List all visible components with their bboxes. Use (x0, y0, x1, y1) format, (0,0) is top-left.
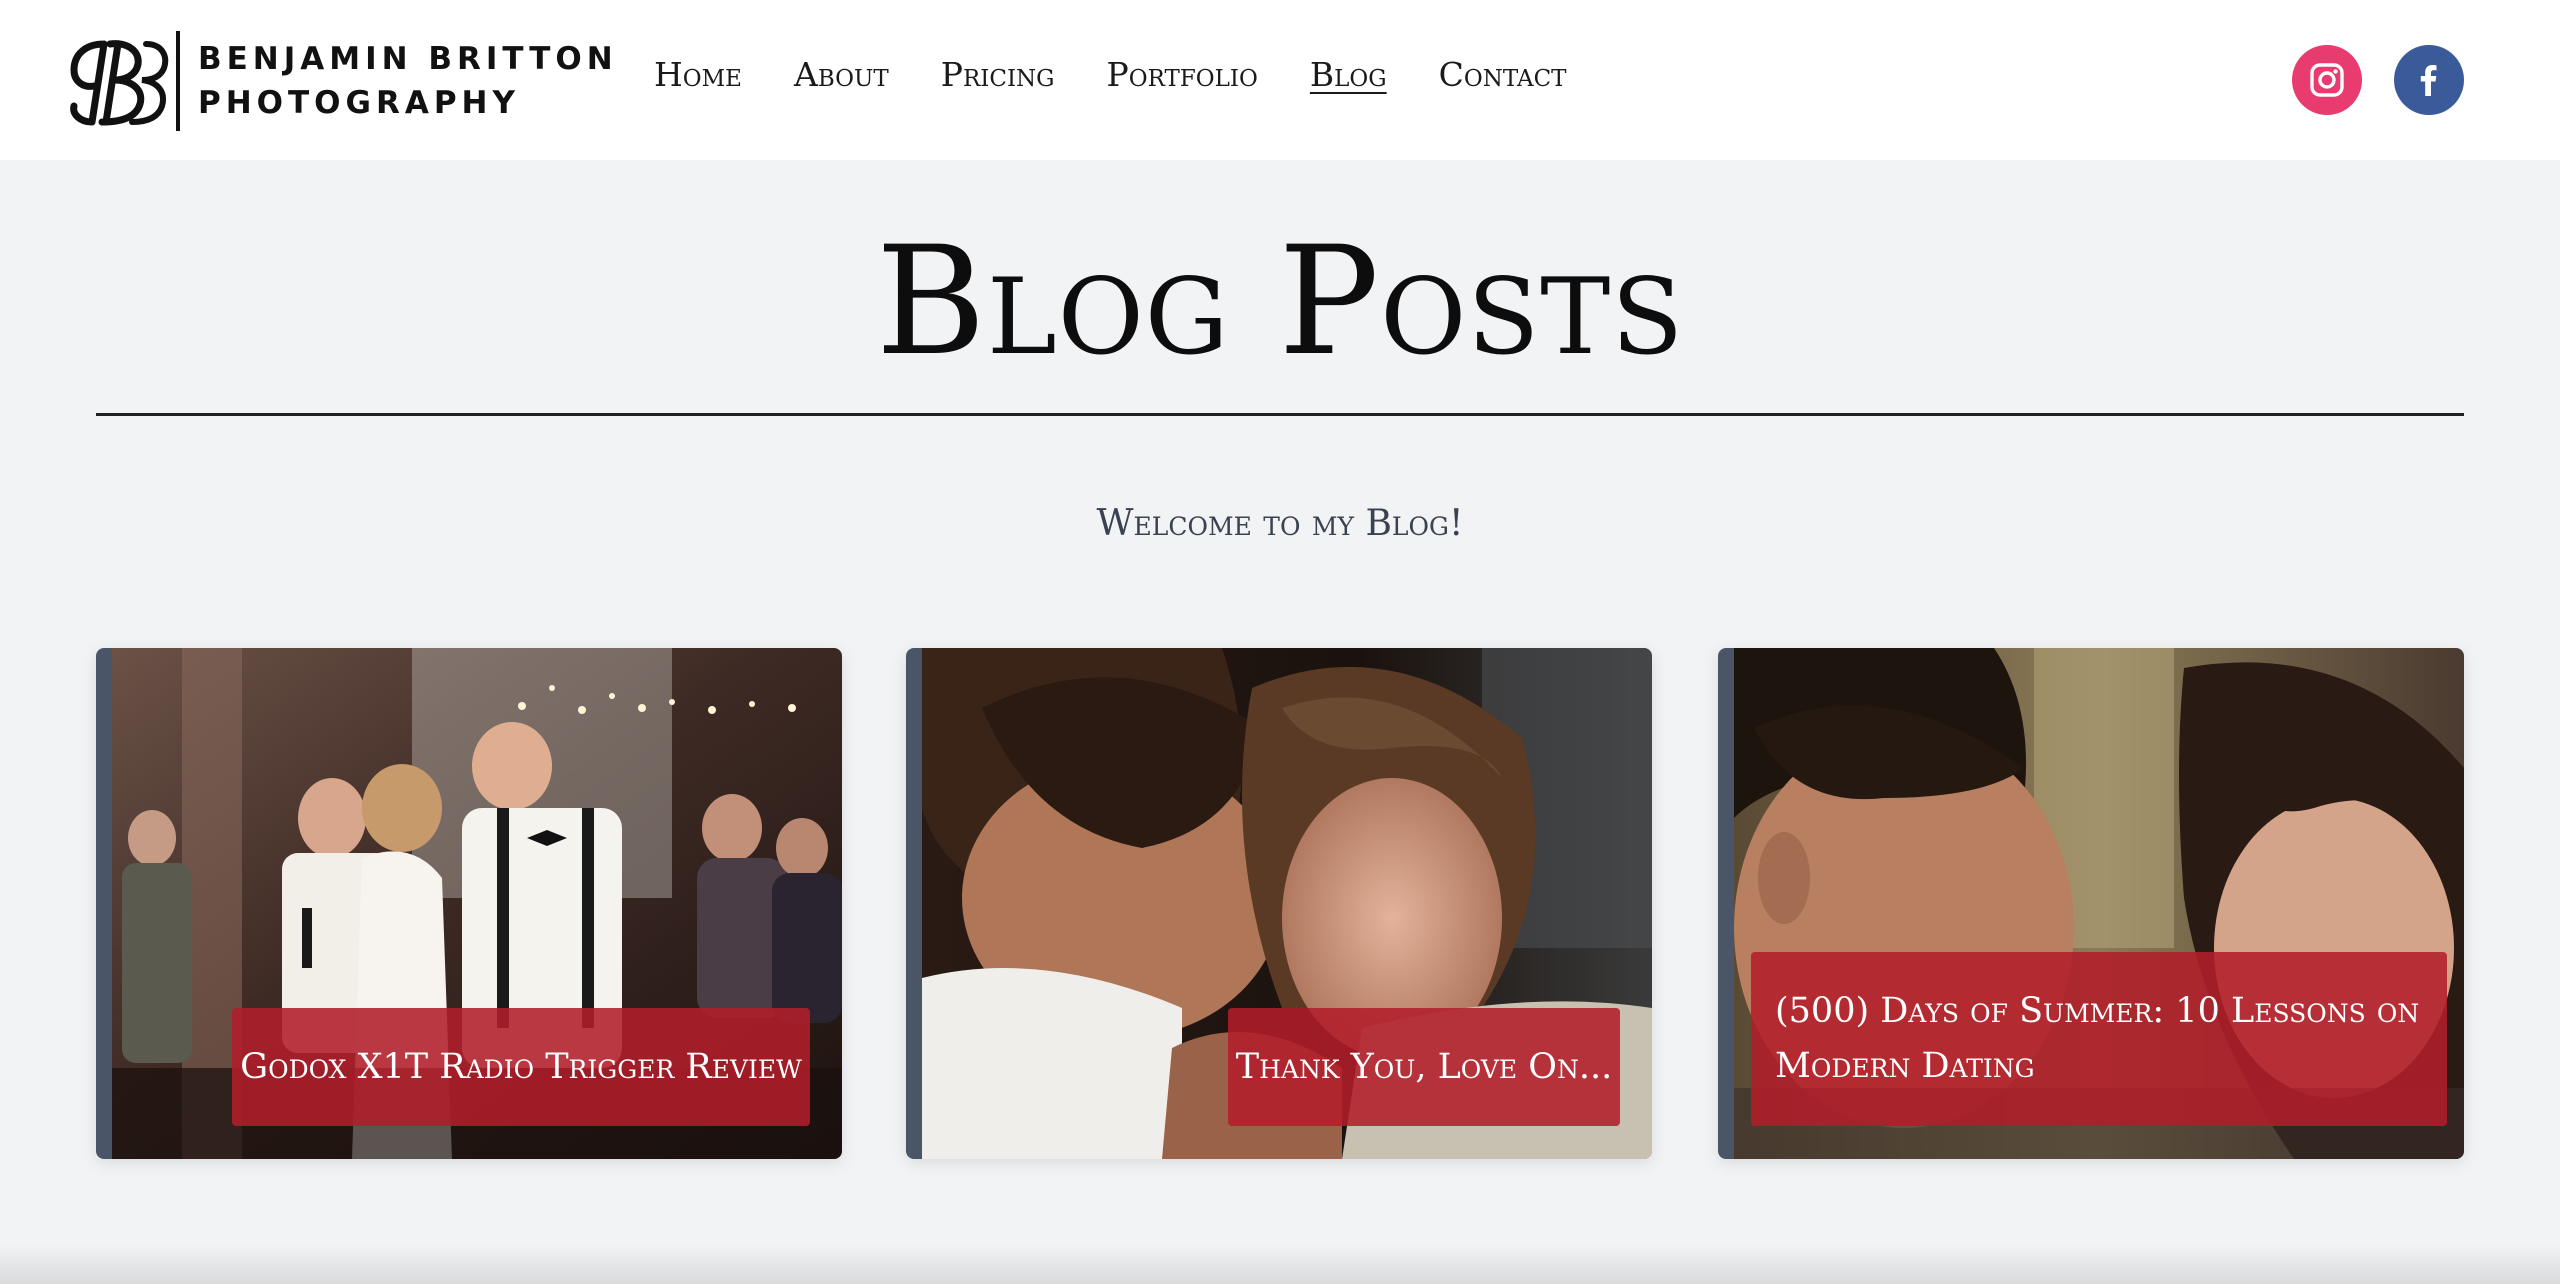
main-nav: Home About Pricing Portfolio Blog Contac… (654, 50, 1619, 98)
nav-pricing[interactable]: Pricing (941, 55, 1055, 94)
blog-card-title[interactable]: Godox X1T Radio Trigger Review (232, 1008, 810, 1126)
blog-card-title[interactable]: Thank You, Love On... (1228, 1008, 1620, 1126)
nav-contact[interactable]: Contact (1439, 55, 1567, 94)
logo-line-1: BENJAMIN BRITTON (198, 41, 618, 77)
site-logo[interactable]: BENJAMIN BRITTON PHOTOGRAPHY (66, 30, 618, 132)
facebook-button[interactable] (2394, 45, 2464, 115)
page-subtitle: Welcome to my Blog! (1096, 503, 1464, 544)
blog-card-1[interactable]: Godox X1T Radio Trigger Review (96, 648, 842, 1159)
footer-shadow (0, 1244, 2560, 1284)
blog-card-3[interactable]: (500) Days of Summer: 10 Lessons on Mode… (1718, 648, 2464, 1159)
blog-card-2[interactable]: Thank You, Love On... (906, 648, 1652, 1159)
facebook-icon (2420, 65, 2437, 96)
title-divider (96, 413, 2464, 416)
logo-text: BENJAMIN BRITTON PHOTOGRAPHY (198, 37, 618, 125)
logo-line-2: PHOTOGRAPHY (198, 85, 520, 121)
site-header: BENJAMIN BRITTON PHOTOGRAPHY Home About … (0, 0, 2560, 160)
bb-monogram-icon (70, 40, 169, 126)
instagram-icon (2310, 63, 2344, 97)
nav-blog[interactable]: Blog (1310, 55, 1387, 94)
blog-card-title[interactable]: (500) Days of Summer: 10 Lessons on Mode… (1751, 952, 2447, 1126)
nav-home[interactable]: Home (654, 55, 742, 94)
instagram-button[interactable] (2292, 45, 2362, 115)
nav-about[interactable]: About (794, 55, 889, 94)
nav-portfolio[interactable]: Portfolio (1107, 55, 1258, 94)
logo-divider (176, 31, 180, 131)
page-title: Blog Posts (875, 215, 1685, 389)
